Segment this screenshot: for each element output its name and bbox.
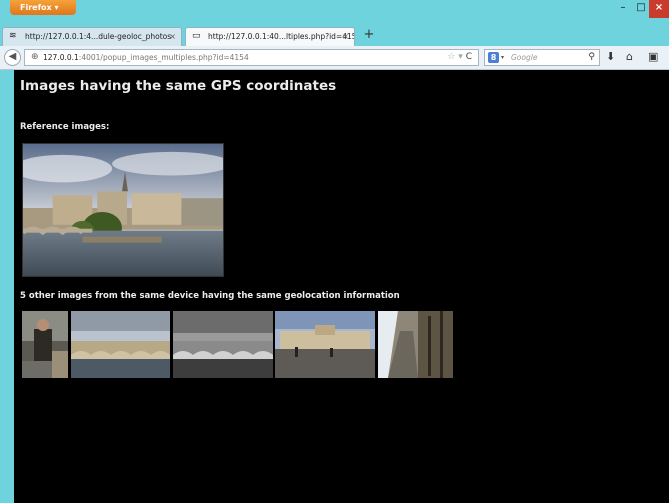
thumbnail-image	[71, 311, 170, 378]
reference-photo-image	[23, 144, 223, 276]
reload-icon[interactable]: C	[466, 52, 472, 62]
thumbnail-quai-buildings[interactable]	[275, 311, 375, 378]
new-tab-button[interactable]: +	[360, 27, 378, 44]
maximize-button[interactable]: □	[633, 0, 649, 18]
engine-dropdown-icon[interactable]: ▾	[501, 50, 504, 65]
firefox-menu-button[interactable]: Firefox ▾	[10, 0, 76, 15]
thumbnail-pont-neuf-grayscale[interactable]	[173, 311, 273, 378]
search-placeholder: Google	[511, 53, 538, 62]
bookmark-star-icon[interactable]: ☆	[447, 52, 455, 62]
page-content: Images having the same GPS coordinates R…	[14, 70, 669, 503]
reference-photo[interactable]	[22, 143, 224, 277]
url-text: 127.0.0.1:4001/popup_images_multiples.ph…	[43, 50, 249, 65]
minimize-button[interactable]: –	[613, 0, 633, 18]
tab-images-multiples[interactable]: ▭ http://127.0.0.1:40...ltiples.php?id=4…	[185, 27, 355, 46]
menu-icon[interactable]: ▣	[648, 50, 658, 64]
close-window-button[interactable]: ×	[649, 0, 669, 18]
tab-close-icon[interactable]: ×	[169, 28, 176, 45]
home-icon[interactable]: ⌂	[626, 50, 633, 64]
thumbnail-image	[275, 311, 375, 378]
url-host: 127.0.0.1	[43, 53, 79, 62]
back-button[interactable]: ◀	[4, 49, 21, 66]
window-title-bar: Firefox ▾ – □ ×	[0, 0, 669, 24]
thumbnail-image	[173, 311, 273, 378]
globe-icon: ⊕	[31, 52, 39, 62]
dropdown-arrow-icon[interactable]: ▾	[458, 52, 463, 62]
page-icon: ▭	[192, 31, 201, 41]
thumbnail-pont-neuf[interactable]	[71, 311, 170, 378]
url-path: :4001/popup_images_multiples.php?id=4154	[78, 53, 249, 62]
tab-geoloc-photos[interactable]: ≋ http://127.0.0.1:4...dule-geoloc_photo…	[2, 27, 182, 46]
tab-title: http://127.0.0.1:40...ltiples.php?id=415…	[208, 32, 355, 41]
search-icon[interactable]: ⚲	[588, 50, 595, 65]
search-box[interactable]: 8 ▾ Google ⚲	[484, 49, 600, 66]
tab-title: http://127.0.0.1:4...dule-geoloc_photos	[25, 32, 172, 41]
navigation-toolbar: ◀ ⊕ 127.0.0.1:4001/popup_images_multiple…	[0, 46, 669, 70]
other-images-label: 5 other images from the same device havi…	[20, 291, 400, 301]
download-icon[interactable]: ⬇	[606, 50, 615, 64]
back-arrow-icon: ◀	[8, 51, 17, 62]
tab-strip: ≋ http://127.0.0.1:4...dule-geoloc_photo…	[0, 24, 669, 46]
search-engine-icon[interactable]: 8	[488, 52, 499, 63]
thumbnail-image	[22, 311, 68, 378]
thumbnail-person-seated[interactable]	[22, 311, 68, 378]
thumbnail-image	[378, 311, 453, 378]
reference-label: Reference images:	[20, 122, 110, 132]
url-bar[interactable]: ⊕ 127.0.0.1:4001/popup_images_multiples.…	[24, 49, 479, 66]
tab-favicon-icon: ≋	[9, 31, 17, 41]
page-title: Images having the same GPS coordinates	[20, 78, 337, 94]
tab-close-icon[interactable]: ×	[342, 28, 349, 45]
thumbnail-riverbank-trees[interactable]	[378, 311, 453, 378]
